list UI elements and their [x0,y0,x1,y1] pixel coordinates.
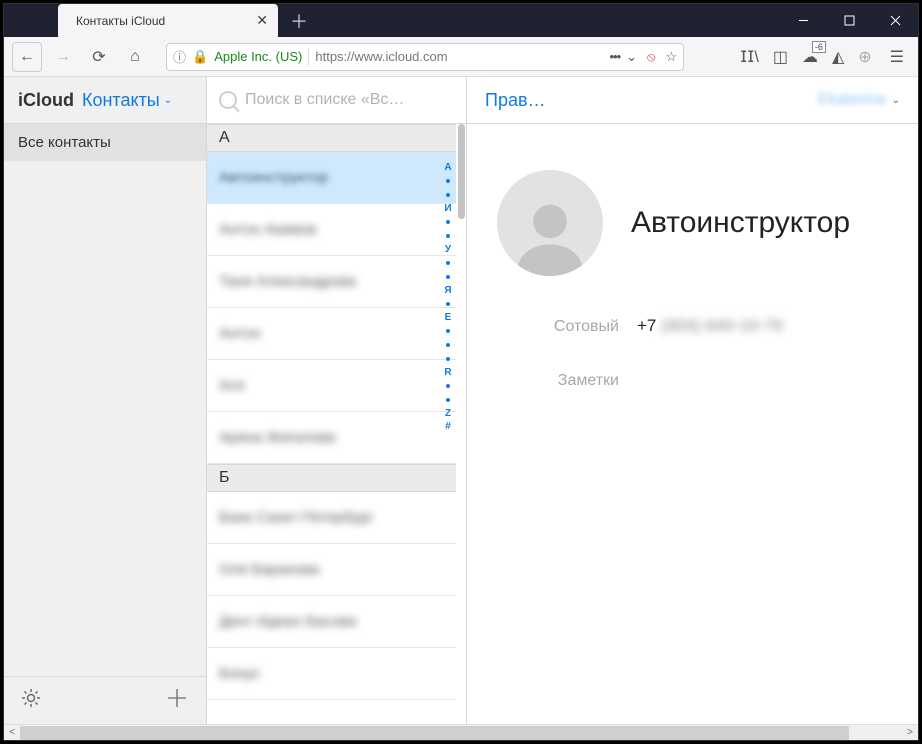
section-header: А [207,124,456,152]
index-letter[interactable]: Я [444,285,451,296]
edit-button[interactable]: Прав… [485,90,546,111]
index-letter[interactable]: # [445,421,451,432]
block-icon[interactable]: ⦸ [647,49,655,65]
sidebar-icon[interactable]: ◫ [773,47,788,67]
section-header: Б [207,464,456,492]
alpha-index[interactable]: А И У Я Е R Z # [440,158,456,724]
section-label: Контакты [82,90,160,111]
close-tab-icon[interactable]: ✕ [256,12,268,29]
list-item[interactable]: Бонус [207,648,456,700]
list-item[interactable]: Автоинструктор [207,152,456,204]
index-letter[interactable]: R [444,367,451,378]
page-actions-icon[interactable]: ••• [609,49,620,64]
list-item[interactable]: Дент Идеал Басова [207,596,456,648]
globe-icon[interactable]: ⊕ [858,47,871,67]
phone-value[interactable]: +7 (904) 640-10-76 [637,316,783,336]
brand-label: iCloud [18,90,74,111]
home-button[interactable]: ⌂ [120,42,150,72]
search-icon [219,91,237,109]
bookmark-star-icon[interactable]: ☆ [666,49,678,65]
url-text: https://www.icloud.com [315,49,603,64]
site-info-icon[interactable]: ⓘ [173,47,186,66]
phone-label: Сотовый [497,318,637,336]
avatar [497,170,603,276]
lock-icon: 🔒 [192,49,208,65]
section-dropdown[interactable]: Контакты ⌄ [82,90,172,111]
sidebar-item-all-contacts[interactable]: Все контакты [4,124,206,161]
list-item[interactable]: Антон [207,308,456,360]
vertical-scrollbar[interactable] [458,124,465,219]
contact-detail: Автоинструктор Сотовый +7 (904) 640-10-7… [467,124,918,724]
list-item[interactable]: Ася [207,360,456,412]
index-letter[interactable]: У [445,244,451,255]
horizontal-scrollbar[interactable]: < > [4,724,918,740]
library-icon[interactable]: 𝖨𝖨\ [740,47,759,67]
list-item[interactable]: Антон Акимов [207,204,456,256]
reload-button[interactable]: ⟳ [84,42,114,72]
chevron-down-icon: ⌄ [164,95,172,106]
menu-icon[interactable]: ☰ [890,47,904,67]
list-item[interactable]: Оля Баранова [207,544,456,596]
index-letter[interactable]: И [444,203,451,214]
app-header: iCloud Контакты ⌄ Поиск в списке «Вс… Пр… [4,77,918,124]
user-menu[interactable]: Ekaterina [818,91,886,109]
index-letter[interactable]: Е [445,312,452,323]
window-minimize-button[interactable] [780,4,826,37]
settings-gear-icon[interactable] [20,687,42,714]
index-letter[interactable]: А [444,162,451,173]
list-item[interactable]: Арина Жигалова [207,412,456,464]
address-bar: ← → ⟳ ⌂ ⓘ 🔒 Apple Inc. (US) https://www.… [4,37,918,77]
tab-title: Контакты iCloud [76,14,248,28]
back-button[interactable]: ← [12,42,42,72]
pocket-icon[interactable]: ⌄ [626,49,637,65]
site-owner: Apple Inc. (US) [214,49,302,64]
contact-name: Автоинструктор [631,206,850,240]
window-close-button[interactable] [872,4,918,37]
sidebar: Все контакты [4,124,207,724]
contact-list: ААвтоинструкторАнтон АкимовТаня Александ… [207,124,467,724]
tab-bar: Контакты iCloud ✕ ＋ [4,4,918,37]
new-tab-button[interactable]: ＋ [278,8,320,34]
url-bar[interactable]: ⓘ 🔒 Apple Inc. (US) https://www.icloud.c… [166,43,684,71]
forward-button[interactable]: → [48,42,78,72]
window-maximize-button[interactable] [826,4,872,37]
notes-label: Заметки [497,372,637,390]
add-contact-button[interactable] [164,685,190,716]
index-letter[interactable]: Z [445,408,451,419]
search-input[interactable]: Поиск в списке «Вс… [245,91,404,109]
sync-icon[interactable]: ☁-6 [802,47,818,67]
list-item[interactable]: Таня Александрова [207,256,456,308]
drive-icon[interactable]: ◭ [832,47,844,67]
browser-tab[interactable]: Контакты iCloud ✕ [58,4,278,37]
list-item[interactable]: Банк Санкт-Петербург [207,492,456,544]
chevron-down-icon: ⌄ [892,95,900,106]
